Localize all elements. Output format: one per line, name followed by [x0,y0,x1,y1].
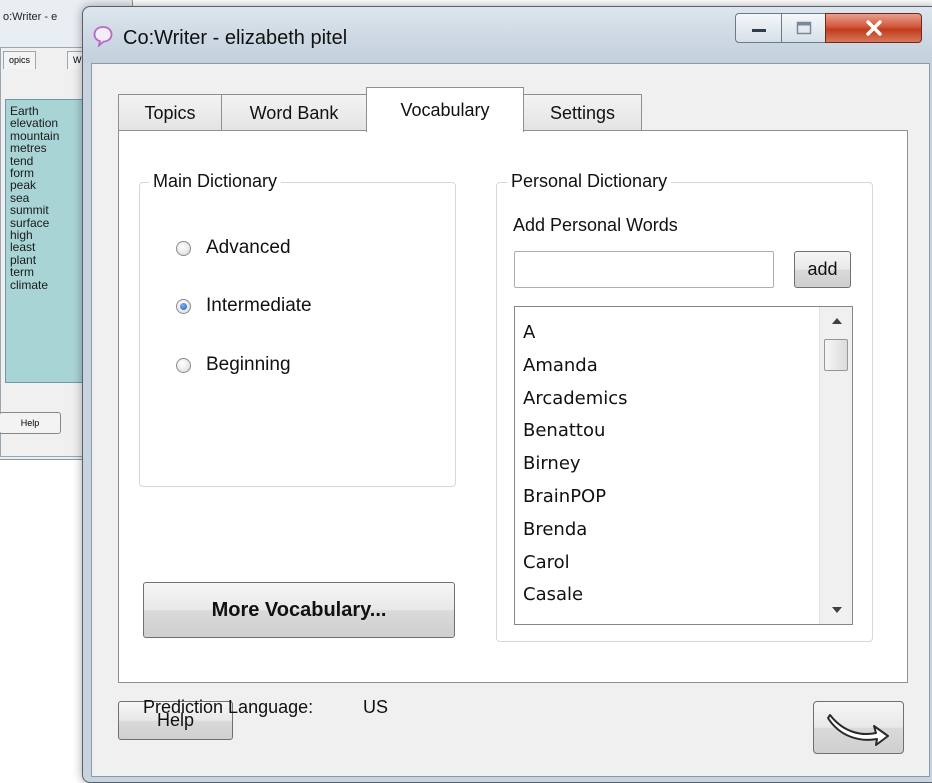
radio-button[interactable] [176,298,191,314]
radio-label: Beginning [206,354,291,375]
maximize-button[interactable] [781,13,826,43]
radio-button[interactable] [176,357,191,373]
minimize-icon [751,29,766,32]
next-button[interactable] [813,701,904,754]
radio-beginning[interactable]: Beginning [176,354,291,376]
close-button[interactable] [825,13,922,43]
tab-topics[interactable]: Topics [118,94,222,132]
radio-label: Intermediate [206,295,312,316]
background-tab-topics[interactable]: opics [3,51,37,69]
list-item[interactable]: Amanda [523,350,628,383]
vocabulary-panel: Main Dictionary Advanced Intermediate Be… [118,130,908,717]
close-icon [865,20,882,36]
vertical-scrollbar[interactable] [819,307,852,624]
background-help-button[interactable]: Help [0,412,61,434]
add-button[interactable]: add [794,251,851,288]
list-item[interactable]: Benattou [523,415,628,448]
dialog-client-area: Topics Word Bank Vocabulary Settings Mai… [91,63,930,777]
minimize-button[interactable] [735,13,782,43]
scroll-up-button[interactable] [820,307,852,335]
main-dictionary-legend: Main Dictionary [149,171,282,192]
triangle-up-icon [831,318,842,324]
more-vocabulary-button[interactable]: More Vocabulary... [143,582,455,638]
list-item[interactable]: Casale [523,579,628,612]
personal-dictionary-legend: Personal Dictionary [507,171,672,192]
speech-bubble-icon [93,26,113,47]
tab-vocabulary[interactable]: Vocabulary [366,87,524,132]
personal-dictionary-group: Personal Dictionary Add Personal Words a… [496,171,873,642]
radio-label: Advanced [206,237,291,258]
list-item[interactable]: Arcademics [523,383,628,416]
list-item[interactable]: A [523,317,628,350]
list-item[interactable]: Brenda [523,514,628,547]
radio-button[interactable] [176,240,191,256]
prediction-language-label: Prediction Language: [143,697,314,717]
tab-word-bank[interactable]: Word Bank [221,94,367,132]
radio-intermediate[interactable]: Intermediate [176,295,312,317]
maximize-icon [796,21,811,35]
scroll-thumb[interactable] [824,339,848,371]
word-list-items: A Amanda Arcademics Benattou Birney Brai… [523,317,628,612]
window-title: Co:Writer - elizabeth pitel [123,27,348,49]
background-window-title: o:Writer - e [3,11,58,23]
radio-advanced[interactable]: Advanced [176,237,291,259]
add-personal-words-label: Add Personal Words [513,215,678,235]
main-dictionary-group: Main Dictionary Advanced Intermediate Be… [139,171,456,487]
cowriter-window: Co:Writer - elizabeth pitel Topics Word … [82,6,932,783]
scroll-down-button[interactable] [820,596,852,624]
personal-word-list[interactable]: A Amanda Arcademics Benattou Birney Brai… [514,306,853,625]
prediction-language-value: US [363,697,389,717]
tab-settings[interactable]: Settings [523,94,642,132]
list-item[interactable]: BrainPOP [523,481,628,514]
personal-word-input[interactable] [514,251,774,288]
triangle-down-icon [831,607,842,613]
list-item[interactable]: Carol [523,547,628,580]
curved-arrow-right-icon [826,713,889,746]
list-item[interactable]: Birney [523,448,628,481]
